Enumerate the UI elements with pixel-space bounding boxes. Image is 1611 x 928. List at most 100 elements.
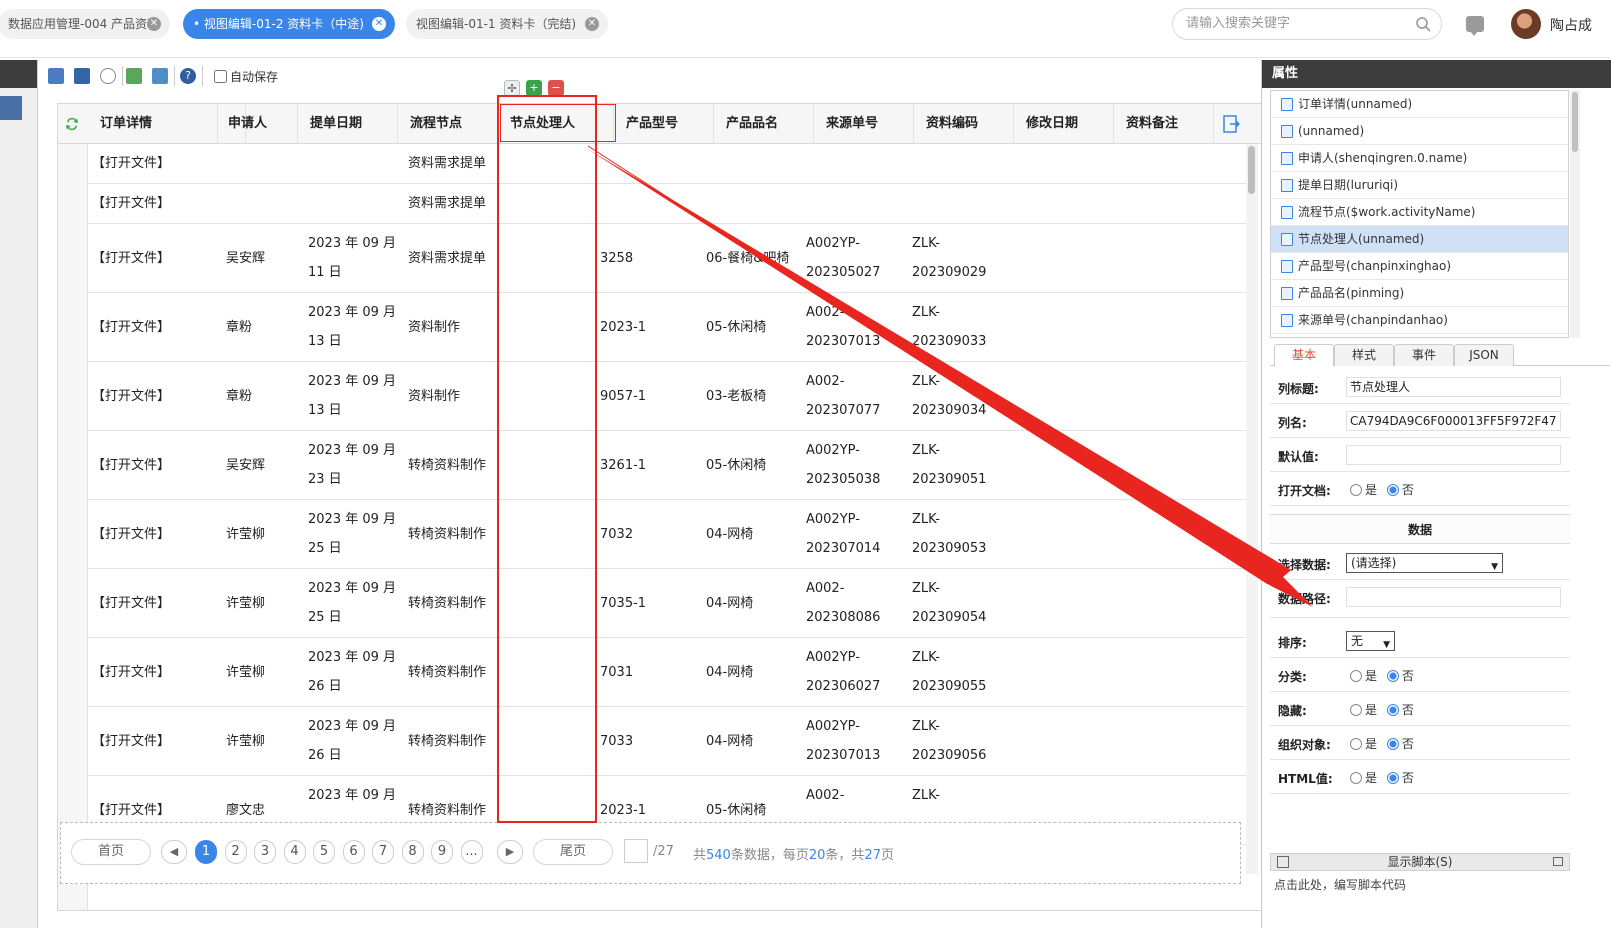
property-list-item[interactable]: 来源单号(chanpindanhao) — [1271, 307, 1568, 334]
page-number-button[interactable]: 1 — [195, 840, 217, 864]
prev-page-icon[interactable]: ◀ — [161, 840, 187, 864]
property-list-item[interactable]: 节点处理人(unnamed) — [1271, 226, 1568, 253]
col-header-product-name[interactable]: 产品品名 — [714, 104, 814, 144]
export-icon[interactable] — [152, 68, 168, 84]
property-list-item[interactable]: 产品型号(chanpinxinghao) — [1271, 253, 1568, 280]
page-number-button[interactable]: 4 — [283, 840, 306, 864]
table-row[interactable]: 【打开文件】 章粉 2023 年 09 月 13 日 资料制作 9057-1 03-老板椅 A… — [88, 362, 1248, 431]
property-list-item[interactable]: (unnamed) — [1271, 118, 1568, 145]
help-icon[interactable]: ? — [180, 68, 196, 84]
first-page-button[interactable]: 首页 — [71, 839, 151, 865]
preview-icon[interactable] — [100, 68, 116, 84]
col-name-field[interactable]: CA794DA9C6F000013FF5F972F47 — [1346, 411, 1561, 431]
page-number-button[interactable]: 9 — [431, 840, 453, 864]
tab-json[interactable]: JSON — [1454, 344, 1514, 366]
col-header-doc-code[interactable]: 资料编码 — [914, 104, 1014, 144]
page-number-button[interactable]: 2 — [224, 840, 247, 864]
tab-view-edit-01-2[interactable]: • 视图编辑-01-2 资料卡（中途) ✕ — [183, 9, 395, 39]
property-list-item[interactable]: 提单日期(lururiqi) — [1271, 172, 1568, 199]
page-number-button[interactable]: 5 — [313, 840, 335, 864]
import-icon[interactable] — [126, 68, 142, 84]
open-file-link[interactable]: 【打开文件】 — [92, 144, 212, 184]
select-data-dropdown[interactable]: (请选择) ▼ — [1346, 553, 1503, 573]
remove-column-icon[interactable]: − — [548, 80, 564, 96]
user-name[interactable]: 陶占成 — [1550, 15, 1592, 35]
refresh-icon[interactable] — [64, 116, 80, 132]
last-page-button[interactable]: 尾页 — [533, 839, 613, 865]
avatar[interactable] — [1511, 9, 1541, 39]
open-file-link[interactable]: 【打开文件】 — [92, 569, 212, 638]
page-number-button[interactable]: ... — [460, 840, 483, 864]
category-no-radio[interactable] — [1386, 669, 1399, 682]
open-file-link[interactable]: 【打开文件】 — [92, 707, 212, 776]
col-header-flow-node[interactable]: 流程节点 — [398, 104, 498, 144]
table-row[interactable]: 【打开文件】 许莹柳 2023 年 09 月 25 日 转椅资料制作 7032 04-网椅 A… — [88, 500, 1248, 569]
table-row[interactable]: 【打开文件】 吴安辉 2023 年 09 月 23 日 转椅资料制作 3261-1 05-休… — [88, 431, 1248, 500]
page-number-button[interactable]: 7 — [372, 840, 394, 864]
tab-basic[interactable]: 基本 — [1274, 344, 1334, 366]
open-file-link[interactable]: 【打开文件】 — [92, 431, 212, 500]
col-header-product-model[interactable]: 产品型号 — [614, 104, 714, 144]
property-list-item[interactable]: 流程节点($work.activityName) — [1271, 199, 1568, 226]
col-header-modify-date[interactable]: 修改日期 — [1014, 104, 1114, 144]
page-jump-input[interactable] — [624, 839, 648, 863]
script-editor-hint[interactable]: 点击此处，编写脚本代码 — [1274, 876, 1406, 893]
open-file-link[interactable]: 【打开文件】 — [92, 362, 212, 431]
grid-vertical-scrollbar[interactable] — [1246, 144, 1258, 874]
search-input[interactable]: 请输入搜索关键字 — [1172, 8, 1442, 40]
table-row[interactable]: 【打开文件】 许莹柳 2023 年 09 月 25 日 转椅资料制作 7035-1 04-网… — [88, 569, 1248, 638]
col-title-field[interactable]: 节点处理人 — [1346, 377, 1561, 397]
open-file-link[interactable]: 【打开文件】 — [92, 638, 212, 707]
page-number-button[interactable]: 8 — [401, 840, 424, 864]
left-panel-selected-item[interactable] — [0, 96, 22, 120]
category-yes-radio[interactable] — [1350, 669, 1362, 682]
autosave-check[interactable] — [214, 70, 227, 83]
show-script-bar[interactable]: 显示脚本(S) — [1270, 853, 1570, 871]
default-value-field[interactable] — [1346, 445, 1561, 465]
tab-style[interactable]: 样式 — [1334, 344, 1394, 366]
tab-data-app-manage[interactable]: 数据应用管理-004 产品资料 ✕ — [0, 9, 170, 39]
col-header-applicant[interactable]: 申请人 — [216, 104, 298, 144]
table-row[interactable]: 【打开文件】 吴安辉 2023 年 09 月 11 日 资料需求提单 3258 06-餐椅&… — [88, 224, 1248, 293]
table-row[interactable]: 【打开文件】 资料需求提单 — [88, 184, 1248, 224]
scrollbar-thumb[interactable] — [1248, 146, 1255, 194]
maximize-icon[interactable] — [1553, 857, 1563, 866]
data-path-field[interactable] — [1346, 587, 1561, 607]
html-value-no-radio[interactable] — [1386, 771, 1399, 784]
property-list-item[interactable]: 订单详情(unnamed) — [1271, 91, 1568, 118]
save-icon[interactable] — [48, 68, 64, 84]
open-doc-yes-radio[interactable] — [1350, 483, 1362, 496]
page-number-button[interactable]: 3 — [254, 840, 276, 864]
property-list-item[interactable]: 申请人(shenqingren.0.name) — [1271, 145, 1568, 172]
table-row[interactable]: 【打开文件】 资料需求提单 — [88, 144, 1248, 184]
move-icon[interactable]: ✢ — [504, 80, 520, 96]
search-icon[interactable] — [1415, 16, 1431, 32]
hidden-no-radio[interactable] — [1386, 703, 1399, 716]
tab-view-edit-01-1[interactable]: 视图编辑-01-1 资料卡（完结) ✕ — [406, 9, 608, 39]
autosave-checkbox[interactable]: 自动保存 — [214, 68, 278, 85]
open-file-link[interactable]: 【打开文件】 — [92, 293, 212, 362]
message-icon[interactable] — [1466, 16, 1484, 36]
table-row[interactable]: 【打开文件】 许莹柳 2023 年 09 月 26 日 转椅资料制作 7031 04-网椅 A… — [88, 638, 1248, 707]
sort-dropdown[interactable]: 无 ▼ — [1346, 631, 1395, 651]
open-file-link[interactable]: 【打开文件】 — [92, 500, 212, 569]
close-icon[interactable]: ✕ — [585, 17, 599, 31]
open-file-link[interactable]: 【打开文件】 — [92, 224, 212, 293]
property-list-item[interactable]: 产品品名(pinming) — [1271, 280, 1568, 307]
scrollbar-thumb[interactable] — [1572, 92, 1578, 152]
property-list-scrollbar[interactable] — [1570, 90, 1580, 338]
next-page-icon[interactable]: ▶ — [497, 840, 523, 864]
org-object-yes-radio[interactable] — [1350, 737, 1362, 750]
col-header-doc-note[interactable]: 资料备注 — [1114, 104, 1214, 144]
hidden-yes-radio[interactable] — [1350, 703, 1362, 716]
close-icon[interactable]: ✕ — [147, 17, 161, 31]
save-as-icon[interactable] — [74, 68, 90, 84]
table-row[interactable]: 【打开文件】 章粉 2023 年 09 月 13 日 资料制作 2023-1 05-休闲椅 A… — [88, 293, 1248, 362]
html-value-yes-radio[interactable] — [1350, 771, 1362, 784]
col-header-submit-date[interactable]: 提单日期 — [298, 104, 398, 144]
col-header-order-detail[interactable]: 订单详情 — [88, 104, 218, 144]
add-column-icon[interactable]: + — [526, 80, 542, 96]
open-file-link[interactable]: 【打开文件】 — [92, 184, 212, 224]
col-header-node-handler[interactable]: 节点处理人 — [498, 104, 614, 144]
close-icon[interactable]: ✕ — [372, 17, 386, 31]
